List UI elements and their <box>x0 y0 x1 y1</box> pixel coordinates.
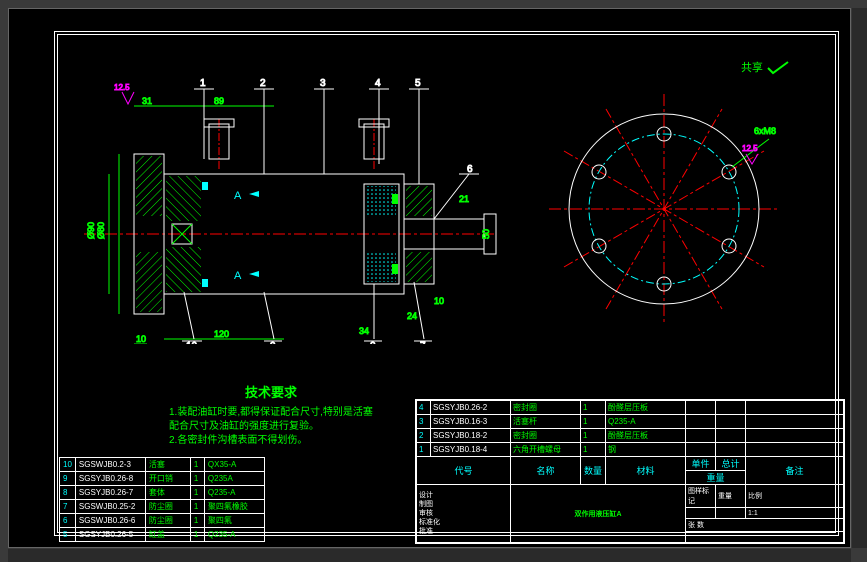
svg-text:10: 10 <box>434 296 444 306</box>
vertical-scrollbar[interactable] <box>852 8 867 548</box>
svg-text:1: 1 <box>200 78 206 89</box>
svg-text:31: 31 <box>142 96 152 106</box>
checkmark-icon <box>766 60 790 76</box>
header-mat: 材料 <box>606 457 686 485</box>
tech-requirements: 技术要求 1.装配油缸时要,都得保证配合尺寸,特别是活塞 配合尺寸及油缸的强度进… <box>169 384 373 448</box>
stage-label: 图样标记 <box>686 485 716 508</box>
tech-req-line: 2.各密封件沟槽表面不得划伤。 <box>169 434 373 448</box>
bom-row: 4SGSYJB0.26-2密封圈1酚醛层压板 <box>417 401 844 415</box>
svg-text:12.5: 12.5 <box>114 83 130 92</box>
svg-text:120: 120 <box>214 329 229 339</box>
title-block: 4SGSYJB0.26-2密封圈1酚醛层压板3SGSYJB0.16-3活塞杆1Q… <box>415 399 845 544</box>
bom-row: 1SGSYJB0.18-4六角开槽螺母1钢 <box>417 443 844 457</box>
tech-req-line: 1.装配油缸时要,都得保证配合尺寸,特别是活塞 <box>169 406 373 420</box>
bom-row: 5SGSYJB0.26-5缸盖1Q235-A <box>60 528 265 542</box>
bom-row: 6SGSWJB0.26-6防尘圈1聚四氟 <box>60 514 265 528</box>
svg-text:4: 4 <box>375 78 381 89</box>
bom-row: 9SGSYJB0.26-8开口销1Q235A <box>60 472 265 486</box>
svg-text:3: 3 <box>320 78 326 89</box>
svg-text:6: 6 <box>467 164 473 175</box>
svg-text:6xM8: 6xM8 <box>754 126 776 136</box>
flange-view: 6xM8 12.5 <box>539 89 789 329</box>
svg-text:A: A <box>234 190 242 202</box>
bom-row: 10SGSWJB0.2-3活塞1QX35-A <box>60 458 265 472</box>
svg-text:89: 89 <box>214 96 224 106</box>
svg-text:A: A <box>234 270 242 282</box>
bom-row: 2SGSYJB0.18-2密封圈1酚醛层压板 <box>417 429 844 443</box>
bom-row: 8SGSYJB0.26-7套体1Q235-A <box>60 486 265 500</box>
header-remark: 备注 <box>746 457 844 485</box>
svg-text:5: 5 <box>415 78 421 89</box>
tech-req-title: 技术要求 <box>169 384 373 402</box>
bom-row: 3SGSYJB0.16-3活塞杆1Q235-A <box>417 415 844 429</box>
bom-left-table: 10SGSWJB0.2-3活塞1QX35-A9SGSYJB0.26-8开口销1Q… <box>59 457 265 542</box>
section-view: 31 89 120 10 24 34 21 50 10 Ø80 Ø90 <box>74 64 504 344</box>
svg-text:24: 24 <box>407 311 417 321</box>
svg-text:12.5: 12.5 <box>742 144 758 153</box>
drawing-title: 双作用液压缸A <box>511 485 686 543</box>
svg-text:2: 2 <box>260 78 266 89</box>
svg-text:Ø90: Ø90 <box>86 222 96 239</box>
header-qty: 数量 <box>581 457 606 485</box>
share-label: 共享 <box>741 62 763 74</box>
header-name: 名称 <box>511 457 581 485</box>
bom-row: 7SGSWJB0.25-2防尘圈1聚四氟橡胶 <box>60 500 265 514</box>
svg-text:Ø80: Ø80 <box>96 222 106 239</box>
svg-text:10: 10 <box>136 334 146 344</box>
header-code: 代号 <box>417 457 511 485</box>
share-button[interactable]: 共享 <box>741 59 790 76</box>
bom-left: 10SGSWJB0.2-3活塞1QX35-A9SGSYJB0.26-8开口销1Q… <box>59 457 265 542</box>
horizontal-scrollbar[interactable] <box>8 549 851 562</box>
svg-text:50: 50 <box>481 229 491 239</box>
svg-text:21: 21 <box>459 194 469 204</box>
scale-label: 比例 <box>746 485 844 508</box>
scale-value: 1:1 <box>746 508 844 519</box>
tech-req-line: 配合尺寸及油缸的强度进行复验。 <box>169 420 373 434</box>
svg-text:34: 34 <box>359 326 369 336</box>
cad-canvas[interactable]: 共享 <box>8 8 851 548</box>
